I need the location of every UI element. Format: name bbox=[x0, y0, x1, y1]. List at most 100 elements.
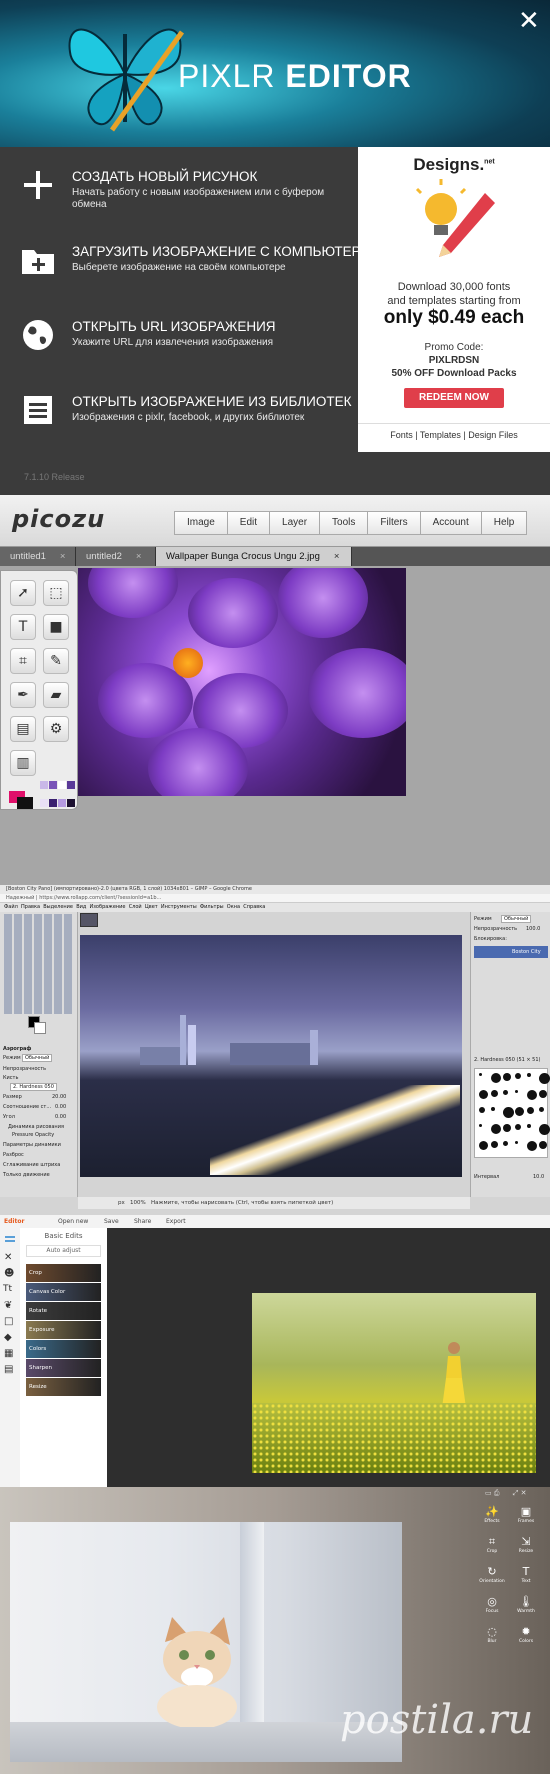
tile-canvas-color[interactable]: Canvas Color bbox=[26, 1283, 101, 1301]
eraser-tool-icon[interactable]: ▰ bbox=[43, 682, 69, 708]
brush-preset[interactable] bbox=[491, 1073, 501, 1083]
menu-layer[interactable]: Layer bbox=[269, 511, 321, 535]
magic-icon[interactable]: ✕ bbox=[4, 1252, 12, 1263]
tool-frames[interactable]: ▣ Frames bbox=[511, 1505, 541, 1524]
brush-preset[interactable] bbox=[479, 1090, 488, 1099]
menu-item-open-library[interactable]: ОТКРЫТЬ ИЗОБРАЖЕНИЕ ИЗ БИБЛИОТЕК Изображ… bbox=[0, 372, 358, 447]
color-swatch[interactable] bbox=[67, 781, 75, 789]
color-swatch[interactable] bbox=[58, 781, 66, 789]
brush-tool-icon[interactable]: ✎ bbox=[43, 648, 69, 674]
zoom-select[interactable]: 100% bbox=[130, 1200, 146, 1206]
advertisement[interactable]: Designs.net Download 30,000 fonts and te… bbox=[358, 147, 550, 452]
brush-preset[interactable] bbox=[479, 1124, 482, 1127]
tool-orientation[interactable]: ↻ Orientation bbox=[477, 1565, 507, 1584]
brush-preset[interactable] bbox=[515, 1090, 518, 1093]
menu-account[interactable]: Account bbox=[419, 511, 482, 535]
clone-tool-icon[interactable]: ⚙ bbox=[43, 716, 69, 742]
frame-icon[interactable]: □ bbox=[4, 1316, 13, 1327]
tool-focus[interactable]: ◎ Focus bbox=[477, 1595, 507, 1614]
menu-tools[interactable]: Инструменты bbox=[161, 904, 197, 910]
tab-close-icon[interactable]: × bbox=[334, 547, 340, 566]
brush-preset[interactable] bbox=[491, 1141, 498, 1148]
brush-preset[interactable] bbox=[527, 1073, 531, 1077]
scatter-checkbox[interactable]: Разброс bbox=[3, 1152, 24, 1158]
menu-select[interactable]: Выделение bbox=[43, 904, 73, 910]
eyedropper-tool-icon[interactable]: ✒ bbox=[10, 682, 36, 708]
brush-preset[interactable] bbox=[491, 1090, 498, 1097]
menu-help[interactable]: Help bbox=[480, 511, 528, 535]
image-canvas[interactable] bbox=[78, 568, 406, 796]
menu-item-new-image[interactable]: СОЗДАТЬ НОВЫЙ РИСУНОК Начать работу с но… bbox=[0, 147, 358, 222]
move-tool-icon[interactable]: ➚ bbox=[10, 580, 36, 606]
menu-item-upload-computer[interactable]: ЗАГРУЗИТЬ ИЗОБРАЖЕНИЕ С КОМПЬЮТЕР Выбере… bbox=[0, 222, 361, 297]
menu-file[interactable]: Файл bbox=[4, 904, 18, 910]
color-swatch[interactable] bbox=[40, 781, 48, 789]
tab-close-icon[interactable]: × bbox=[136, 547, 142, 566]
texture-icon[interactable]: ▦ bbox=[4, 1348, 13, 1359]
brush-preset[interactable] bbox=[515, 1141, 518, 1144]
size-value[interactable]: 20.00 bbox=[52, 1094, 66, 1100]
brush-preset[interactable] bbox=[479, 1073, 482, 1076]
address-bar[interactable]: Надежный | https://www.rollapp.com/clien… bbox=[0, 894, 550, 903]
brush-select[interactable]: 2. Hardness 050 bbox=[10, 1083, 57, 1091]
color-swatch[interactable] bbox=[67, 799, 75, 807]
secondary-color-swatch[interactable] bbox=[17, 797, 33, 809]
menu-image[interactable]: Image bbox=[174, 511, 228, 535]
tile-rotate[interactable]: Rotate bbox=[26, 1302, 101, 1320]
brush-preset[interactable] bbox=[527, 1090, 537, 1100]
brush-preset[interactable] bbox=[491, 1107, 495, 1111]
brush-preset[interactable] bbox=[515, 1124, 521, 1130]
auto-adjust-button[interactable]: Auto adjust bbox=[26, 1245, 101, 1257]
brush-preset[interactable] bbox=[503, 1141, 508, 1146]
tool-text[interactable]: T Text bbox=[511, 1565, 541, 1584]
unit-select[interactable]: px bbox=[118, 1200, 125, 1206]
dynamics-params[interactable]: Параметры динамики bbox=[3, 1142, 61, 1148]
tool-warmth[interactable]: 🌡 Warmth bbox=[511, 1595, 541, 1614]
image-canvas[interactable] bbox=[80, 935, 462, 1177]
menu-view[interactable]: Вид bbox=[76, 904, 86, 910]
tab-untitled2[interactable]: untitled2 × bbox=[76, 547, 156, 566]
color-swatch[interactable] bbox=[49, 799, 57, 807]
dynamics-select[interactable]: Pressure Opacity bbox=[12, 1132, 54, 1138]
bucket-tool-icon[interactable]: ▥ bbox=[10, 750, 36, 776]
tile-crop[interactable]: Crop bbox=[26, 1264, 101, 1282]
shape-tool-icon[interactable]: ■ bbox=[43, 614, 69, 640]
brush-preset[interactable] bbox=[503, 1090, 508, 1095]
brush-preset[interactable] bbox=[539, 1107, 544, 1112]
menu-filters[interactable]: Filters bbox=[367, 511, 421, 535]
layer-row[interactable]: Boston City bbox=[474, 946, 548, 958]
menu-layer[interactable]: Слой bbox=[129, 904, 142, 910]
menu-filters[interactable]: Фильтры bbox=[200, 904, 224, 910]
tool-crop[interactable]: ⌗ Crop bbox=[477, 1535, 507, 1554]
tile-resize[interactable]: Resize bbox=[26, 1378, 101, 1396]
open-new-button[interactable]: Open new bbox=[58, 1215, 88, 1228]
shape-icon[interactable]: ◆ bbox=[4, 1332, 12, 1343]
layers-mode-select[interactable]: Обычный bbox=[501, 915, 532, 923]
photo-canvas[interactable] bbox=[252, 1293, 536, 1473]
tile-exposure[interactable]: Exposure bbox=[26, 1321, 101, 1339]
tool-blur[interactable]: ◌ Blur bbox=[477, 1625, 507, 1644]
tab-close-icon[interactable]: × bbox=[60, 547, 66, 566]
color-swatch[interactable] bbox=[40, 799, 48, 807]
tool-resize[interactable]: ⇲ Resize bbox=[511, 1535, 541, 1554]
brush-preset[interactable] bbox=[527, 1141, 537, 1151]
face-icon[interactable]: ☻ bbox=[4, 1268, 14, 1279]
tool-icons-grid[interactable] bbox=[4, 914, 74, 1014]
menu-edit[interactable]: Правка bbox=[21, 904, 40, 910]
butterfly-icon[interactable]: ❦ bbox=[4, 1300, 12, 1311]
adjust-icon[interactable] bbox=[5, 1236, 15, 1242]
brush-preset[interactable] bbox=[491, 1124, 501, 1134]
color-swatch[interactable] bbox=[58, 799, 66, 807]
menu-windows[interactable]: Окна bbox=[227, 904, 240, 910]
angle-value[interactable]: 0.00 bbox=[55, 1114, 66, 1120]
crop-tool-icon[interactable]: ⌗ bbox=[10, 648, 36, 674]
menu-item-open-url[interactable]: ОТКРЫТЬ URL ИЗОБРАЖЕНИЯ Укажите URL для … bbox=[0, 297, 358, 372]
share-button[interactable]: Share bbox=[134, 1215, 151, 1228]
tile-colors[interactable]: Colors bbox=[26, 1340, 101, 1358]
close-button[interactable]: ✕ bbox=[518, 6, 540, 36]
mode-select[interactable]: Обычный bbox=[22, 1054, 53, 1062]
redeem-now-button[interactable]: REDEEM NOW bbox=[404, 388, 504, 408]
text-icon[interactable]: Tt bbox=[3, 1284, 12, 1294]
image-thumbnail-tab[interactable] bbox=[80, 913, 98, 927]
grid-icon[interactable]: ▤ bbox=[4, 1364, 13, 1375]
